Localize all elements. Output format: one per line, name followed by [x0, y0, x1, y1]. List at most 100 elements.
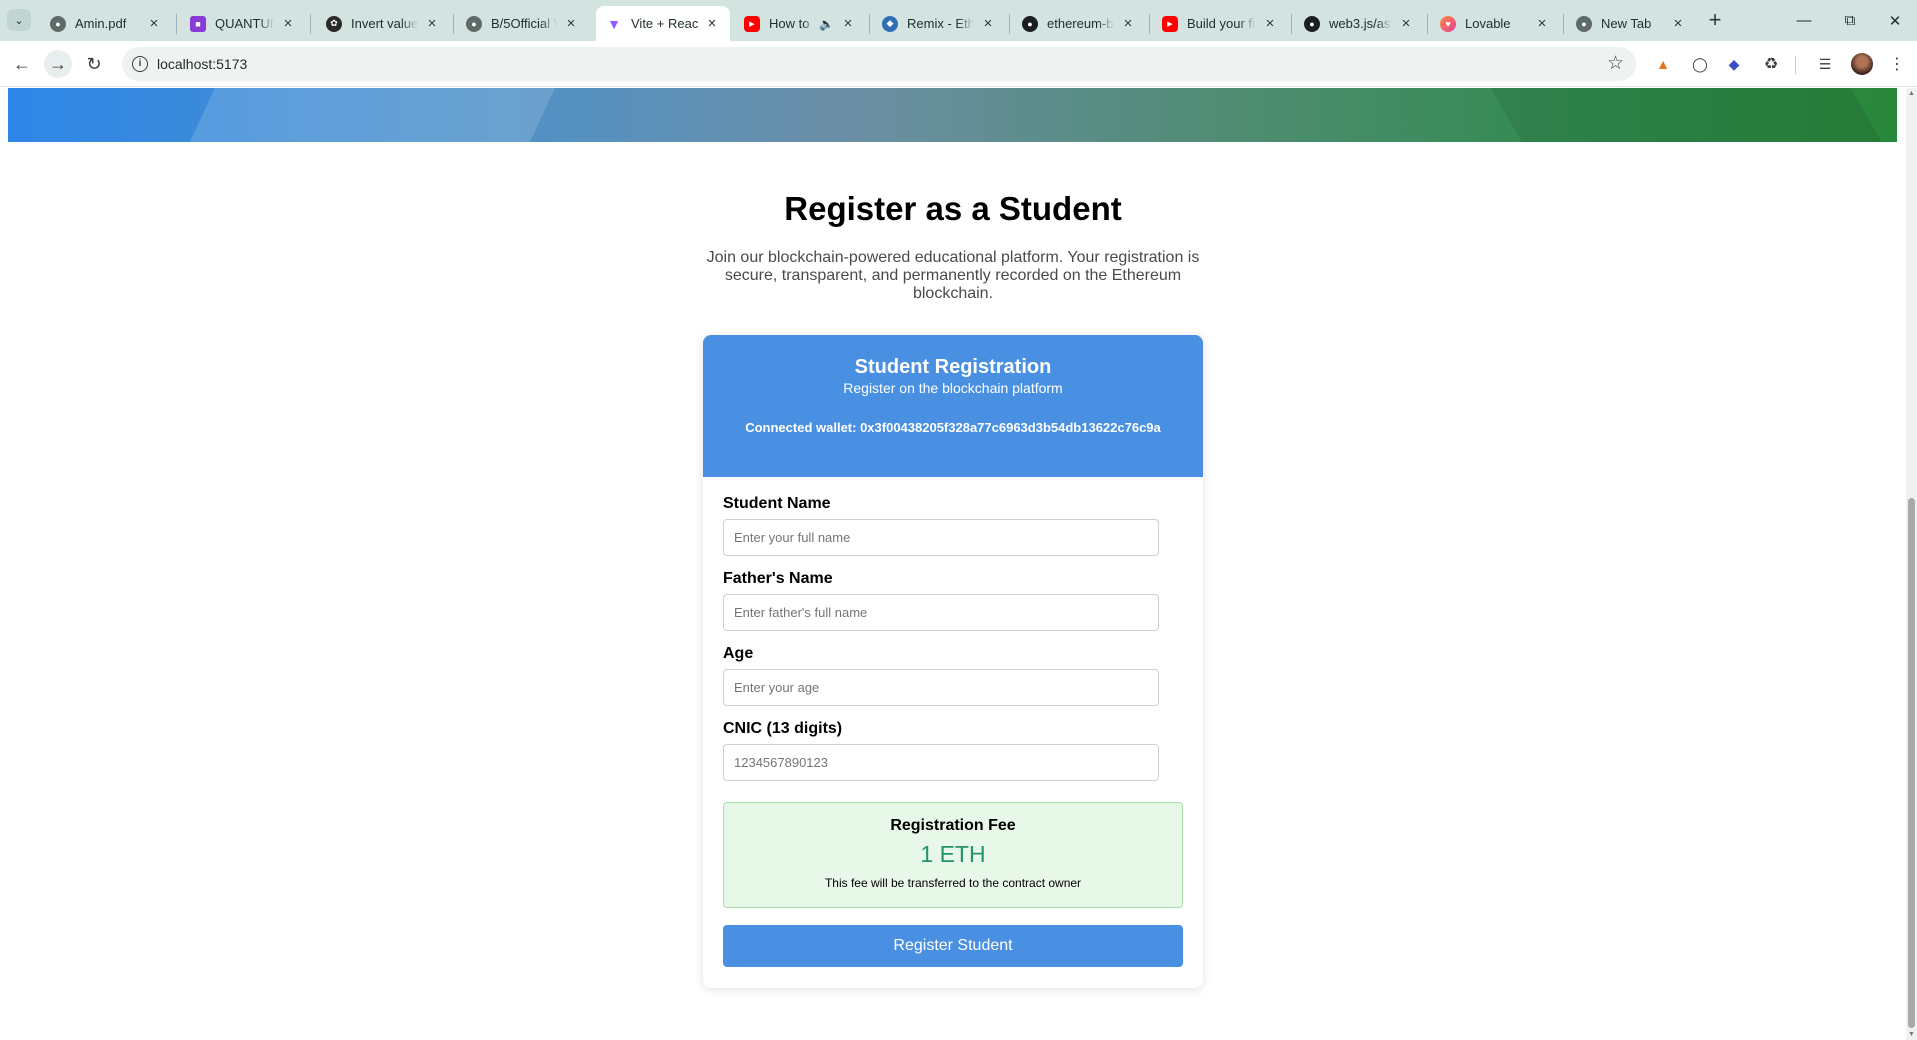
plus-icon: +	[1708, 7, 1722, 32]
tab-title: Amin.pdf	[75, 16, 127, 31]
remix-icon: ◆	[882, 15, 898, 32]
browser-tab[interactable]: ● web3.js/asse ×	[1294, 6, 1424, 41]
student-name-label: Student Name	[723, 495, 831, 512]
registration-card: Student Registration Register on the blo…	[703, 335, 1203, 988]
fee-note: This fee will be transferred to the cont…	[824, 876, 1082, 890]
address-bar[interactable]: i localhost:5173 ☆	[122, 47, 1636, 81]
father-name-label: Father's Name	[723, 570, 833, 587]
close-icon[interactable]: ×	[1670, 15, 1686, 32]
browser-tab-strip: ⌄ ● Amin.pdf × ■ QUANTUMX × ✿ Invert val…	[0, 0, 1917, 41]
student-name-input[interactable]	[723, 519, 1159, 556]
close-icon[interactable]: ×	[980, 15, 996, 32]
forward-button[interactable]: →	[44, 50, 72, 78]
tab-title: Invert value	[351, 16, 418, 31]
connected-wallet: Connected wallet: 0x3f00438205f328a77c69…	[745, 420, 1161, 435]
tab-title: New Tab	[1601, 16, 1652, 31]
restore-button[interactable]: ⧉	[1827, 0, 1873, 41]
browser-tab[interactable]: ● B/5Official W ×	[456, 6, 589, 41]
reload-button[interactable]: ↻	[80, 50, 108, 78]
age-input[interactable]	[723, 669, 1159, 706]
father-name-input[interactable]	[723, 594, 1159, 631]
fee-title: Registration Fee	[890, 817, 1016, 834]
tab-title: QUANTUMX	[215, 16, 274, 31]
vite-icon: ▼	[607, 15, 621, 32]
close-icon[interactable]: ×	[704, 15, 720, 32]
profile-avatar[interactable]	[1851, 53, 1873, 75]
close-icon[interactable]: ×	[424, 15, 440, 32]
cnic-label: CNIC (13 digits)	[723, 720, 843, 737]
chrome-icon: ●	[1576, 15, 1592, 32]
arrow-left-icon: ←	[13, 53, 31, 74]
minimize-button[interactable]: —	[1781, 0, 1827, 41]
extension-icon[interactable]: ◆	[1724, 54, 1744, 74]
github-icon: ●	[1304, 15, 1320, 32]
scrollbar-thumb[interactable]	[1908, 498, 1915, 1028]
page-viewport: Register as a Student Join our blockchai…	[0, 88, 1906, 1040]
close-icon[interactable]: ×	[280, 15, 296, 32]
browser-toolbar: ← → ↻ i localhost:5173 ☆ ▲ ◯ ◆ ♻ ☰ ⋮	[0, 41, 1917, 87]
registration-card-header: Student Registration Register on the blo…	[703, 335, 1203, 477]
age-label: Age	[723, 645, 754, 662]
minimize-icon: —	[1796, 12, 1812, 29]
register-student-button[interactable]: Register Student	[723, 925, 1183, 967]
registration-fee-box: Registration Fee 1 ETH This fee will be …	[723, 802, 1183, 908]
restore-icon: ⧉	[1844, 12, 1856, 29]
card-subtitle: Register on the blockchain platform	[843, 380, 1063, 396]
bookmark-star-icon[interactable]: ☆	[1607, 52, 1624, 75]
tab-search-button[interactable]: ⌄	[7, 9, 31, 31]
youtube-icon: ▶	[744, 15, 760, 32]
media-control-icon[interactable]: ☰	[1815, 54, 1835, 74]
chevron-down-icon: ⌄	[14, 14, 24, 27]
page-intro: Join our blockchain-powered educational …	[706, 249, 1200, 302]
tab-title: web3.js/asse	[1329, 16, 1392, 31]
tab-title: ethereum-b	[1047, 16, 1114, 31]
tab-title: Build your fi	[1187, 16, 1255, 31]
close-icon[interactable]: ×	[563, 15, 579, 32]
tab-title: Remix - Ethe	[907, 16, 974, 31]
tab-title: B/5Official W	[491, 16, 557, 31]
puzzle-icon[interactable]: ♻	[1761, 54, 1781, 74]
scroll-up-icon[interactable]: ▲	[1907, 90, 1916, 97]
lovable-icon: ♥	[1440, 15, 1456, 32]
close-window-button[interactable]: ✕	[1873, 0, 1917, 41]
browser-tab[interactable]: ● New Tab ×	[1566, 6, 1696, 41]
cnic-input[interactable]	[723, 744, 1159, 781]
new-tab-button[interactable]: +	[1702, 8, 1728, 34]
hero-banner-image	[8, 88, 1897, 142]
browser-tab[interactable]: ■ QUANTUMX ×	[180, 6, 306, 41]
close-icon[interactable]: ×	[1398, 15, 1414, 32]
browser-tab[interactable]: ◆ Remix - Ethe ×	[872, 6, 1006, 41]
quantumx-icon: ■	[190, 15, 206, 32]
browser-tab[interactable]: ● ethereum-b ×	[1012, 6, 1146, 41]
close-icon[interactable]: ×	[146, 15, 162, 32]
url-text[interactable]: localhost:5173	[157, 56, 247, 72]
reload-icon: ↻	[86, 53, 102, 74]
close-icon[interactable]: ×	[840, 15, 856, 32]
site-info-icon[interactable]: i	[132, 56, 148, 72]
close-icon[interactable]: ×	[1534, 15, 1550, 32]
github-icon: ●	[1022, 15, 1038, 32]
openai-icon: ✿	[326, 15, 342, 32]
browser-tab[interactable]: ✿ Invert value ×	[316, 6, 450, 41]
close-icon: ✕	[1888, 12, 1902, 30]
browser-tab[interactable]: ▶ How to E 🔈 ×	[734, 6, 866, 41]
scroll-down-icon[interactable]: ▼	[1907, 1031, 1916, 1038]
card-title: Student Registration	[854, 356, 1052, 378]
arrow-right-icon: →	[49, 53, 67, 74]
page-scrollbar[interactable]: ▲ ▼	[1906, 88, 1917, 1040]
close-icon[interactable]: ×	[1262, 15, 1278, 32]
youtube-icon: ▶	[1162, 15, 1178, 32]
page-title: Register as a Student	[784, 190, 1122, 227]
shield-icon[interactable]: ◯	[1690, 54, 1710, 74]
tab-title: Lovable	[1465, 16, 1511, 31]
browser-tab[interactable]: ▶ Build your fi ×	[1152, 6, 1288, 41]
browser-tab[interactable]: ● Amin.pdf ×	[40, 6, 172, 41]
speaker-icon[interactable]: 🔈	[819, 17, 834, 31]
kebab-menu-icon[interactable]: ⋮	[1887, 54, 1907, 74]
metamask-icon[interactable]: ▲	[1653, 54, 1673, 74]
close-icon[interactable]: ×	[1120, 15, 1136, 32]
back-button[interactable]: ←	[8, 50, 36, 78]
browser-tab-active[interactable]: ▼ Vite + React ×	[596, 6, 730, 41]
tab-title: How to E	[769, 16, 815, 31]
browser-tab[interactable]: ♥ Lovable ×	[1430, 6, 1560, 41]
